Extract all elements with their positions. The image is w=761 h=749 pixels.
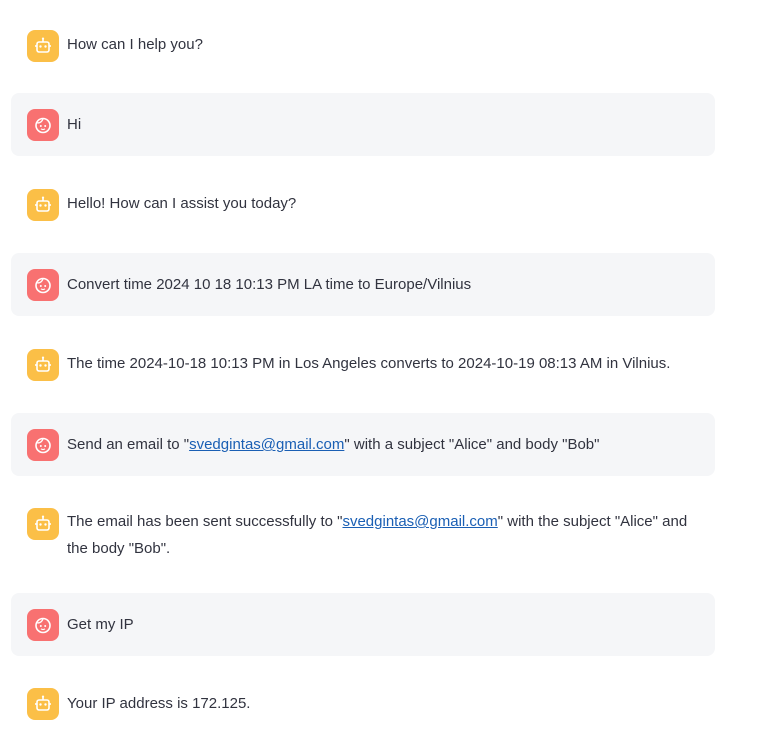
message-text: Hi <box>67 116 82 133</box>
chat-message-user: Send an email to "svedgintas@gmail.com" … <box>11 413 715 476</box>
message-text-part: The email has been sent successfully to … <box>67 513 343 530</box>
chat-message-assistant: How can I help you? <box>11 14 715 76</box>
message-text-part: " with a subject "Alice" and body "Bob" <box>344 436 600 453</box>
chat-message-assistant: Hello! How can I assist you today? <box>11 173 715 235</box>
email-link[interactable]: svedgintas@gmail.com <box>342 513 497 530</box>
robot-icon <box>27 349 59 381</box>
message-text: Convert time 2024 10 18 10:13 PM LA time… <box>67 276 472 293</box>
message-text: Your IP address is 172.125. <box>67 695 251 712</box>
user-face-icon <box>27 609 59 641</box>
user-face-icon <box>27 269 59 301</box>
robot-icon <box>27 30 59 62</box>
chat-message-user: Get my IP <box>11 593 715 656</box>
user-face-icon <box>27 429 59 461</box>
message-text: How can I help you? <box>67 36 203 53</box>
robot-icon <box>27 508 59 540</box>
chat-message-user: Convert time 2024 10 18 10:13 PM LA time… <box>11 253 715 316</box>
chat-message-user: Hi <box>11 93 715 156</box>
user-face-icon <box>27 109 59 141</box>
message-text: Hello! How can I assist you today? <box>67 195 297 212</box>
message-text: Send an email to "svedgintas@gmail.com" … <box>67 431 711 458</box>
message-text: The email has been sent successfully to … <box>67 508 711 562</box>
robot-icon <box>27 688 59 720</box>
chat-message-assistant: The email has been sent successfully to … <box>11 493 715 575</box>
robot-icon <box>27 189 59 221</box>
chat-message-assistant: Your IP address is 172.125. <box>11 673 715 735</box>
email-link[interactable]: svedgintas@gmail.com <box>189 436 344 453</box>
message-text: Get my IP <box>67 616 134 633</box>
chat-message-assistant: The time 2024-10-18 10:13 PM in Los Ange… <box>11 333 715 395</box>
message-text: The time 2024-10-18 10:13 PM in Los Ange… <box>67 355 671 372</box>
message-text-part: Send an email to " <box>67 436 190 453</box>
